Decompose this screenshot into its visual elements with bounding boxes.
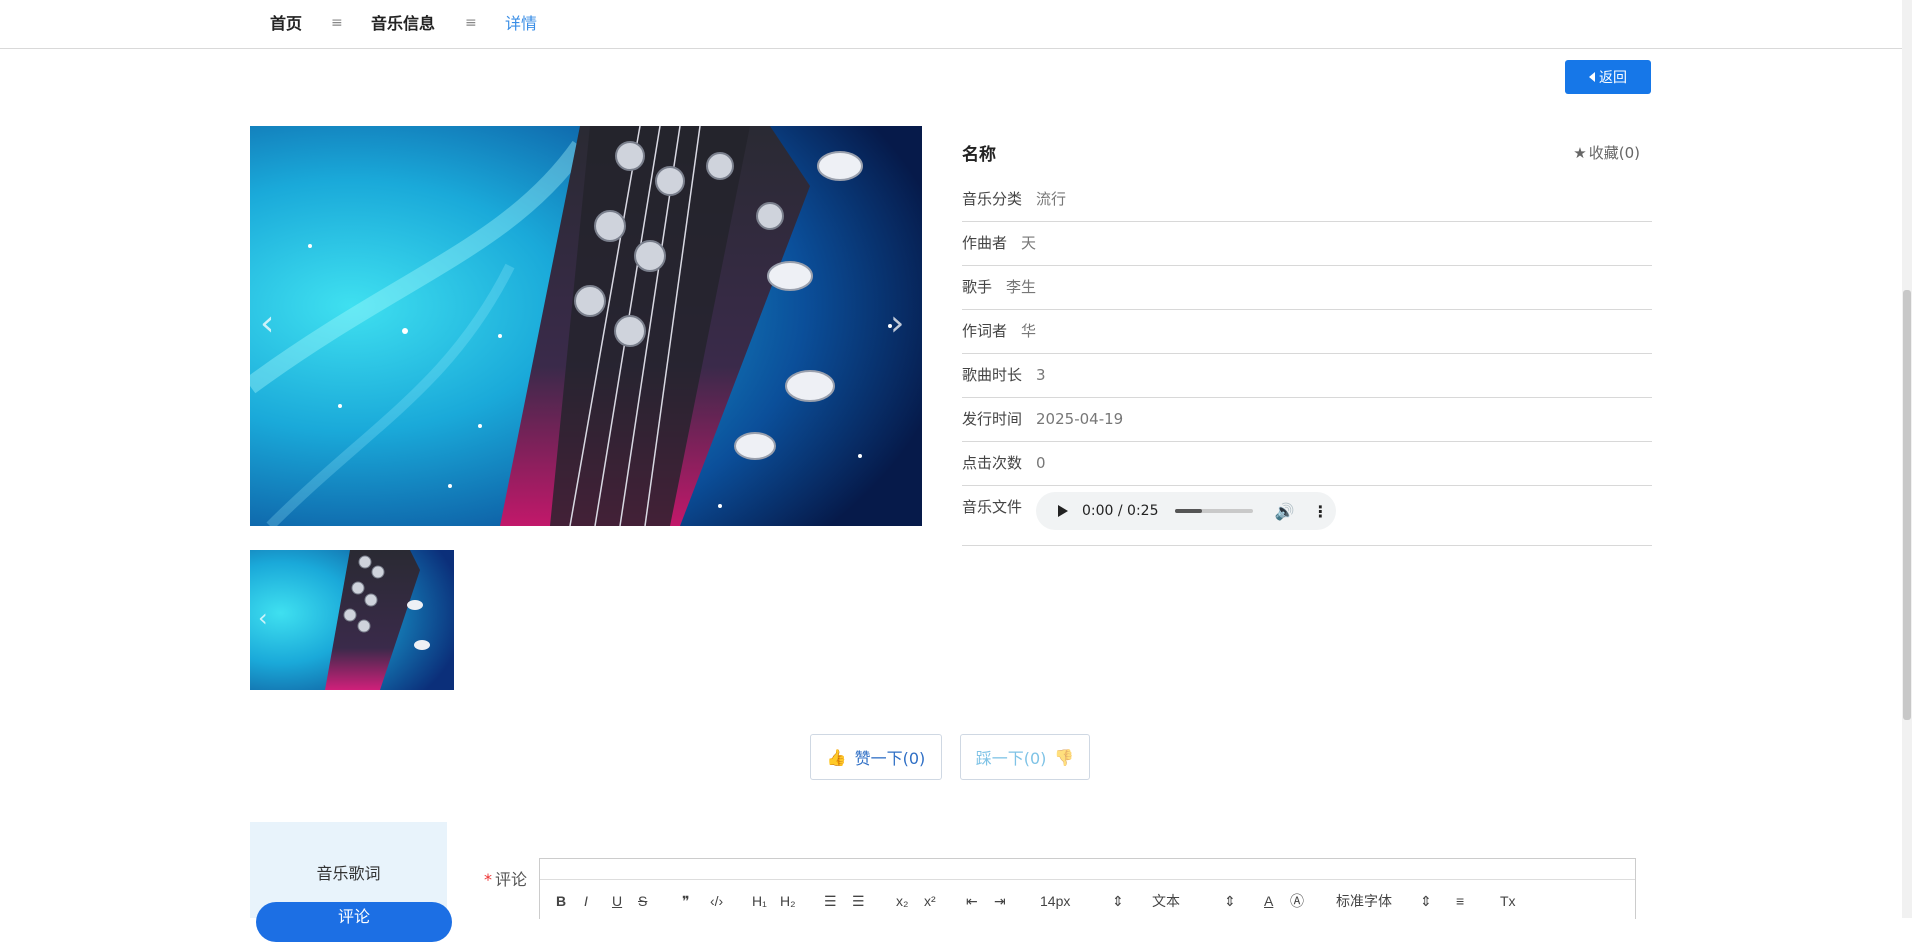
strikethrough-icon[interactable]: S [638, 891, 647, 911]
field-value: 0 [1036, 454, 1046, 472]
thumbs-up-icon: 👍 [826, 747, 847, 767]
font-size-arrows-icon: ⇕ [1112, 893, 1124, 909]
scrollbar[interactable] [1902, 0, 1912, 918]
field-value: 3 [1036, 366, 1046, 384]
breadcrumb-separator-icon: ≡ [465, 15, 477, 31]
audio-label: 音乐文件 [962, 498, 1023, 516]
field-label: 点击次数 [962, 454, 1023, 472]
field-release-date: 发行时间 2025-04-19 [962, 398, 1652, 442]
bullet-list-icon[interactable]: ☰ [852, 891, 865, 911]
breadcrumb-bar: 首页 ≡ 音乐信息 ≡ 详情 [0, 0, 1902, 49]
background-color-icon[interactable]: Ⓐ [1290, 891, 1304, 911]
caret-left-icon [1589, 72, 1595, 82]
field-value: 流行 [1036, 190, 1067, 208]
field-label: 音乐分类 [962, 190, 1023, 208]
carousel-prev-icon[interactable]: ‹ [260, 306, 274, 342]
favorite-label: 收藏(0) [1588, 144, 1640, 162]
audio-progress-fill [1174, 509, 1202, 513]
font-size-select[interactable]: 14px [1040, 891, 1070, 911]
heading1-icon[interactable]: H₁ [752, 891, 767, 911]
clear-format-icon[interactable]: Tx [1500, 891, 1516, 911]
breadcrumb-music-info[interactable]: 音乐信息 [371, 14, 435, 34]
field-value: 天 [1021, 234, 1037, 252]
thumbs-down-icon: 👎 [1054, 747, 1075, 767]
bold-icon[interactable]: B [556, 891, 566, 911]
editor-top-strip [540, 859, 1635, 880]
font-family-arrows-icon: ⇕ [1420, 893, 1432, 909]
scrollbar-thumb[interactable] [1903, 290, 1911, 720]
required-mark: * [484, 870, 492, 889]
heading-select[interactable]: 文本 [1152, 891, 1180, 911]
comment-editor[interactable]: B I U S ❞ ‹/› H₁ H₂ ☰ ☰ x₂ x² ⇤ ⇥ 14px ⇕… [539, 858, 1636, 919]
star-icon: ★ [1573, 143, 1587, 162]
field-composer: 作曲者天 [962, 222, 1652, 266]
superscript-icon[interactable]: x² [924, 891, 936, 911]
field-value: 华 [1021, 322, 1037, 340]
guitar-image [250, 126, 922, 526]
italic-icon[interactable]: I [584, 891, 588, 911]
field-category: 音乐分类 流行 [962, 178, 1652, 222]
breadcrumb-detail[interactable]: 详情 [505, 14, 537, 34]
field-label: 作词者 [962, 322, 1008, 340]
ordered-list-icon[interactable]: ☰ [824, 891, 837, 911]
subscript-icon[interactable]: x₂ [896, 891, 908, 911]
comment-label-text: 评论 [495, 870, 528, 889]
field-click-count: 点击次数 0 [962, 442, 1652, 486]
field-label: 发行时间 [962, 410, 1023, 428]
volume-icon[interactable]: 🔊 [1275, 490, 1295, 533]
guitar-thumbnail [250, 550, 454, 690]
heading-arrows-icon: ⇕ [1224, 893, 1236, 909]
music-title: 名称 [962, 145, 996, 165]
tab-lyrics[interactable]: 音乐歌词 [250, 860, 447, 884]
font-color-icon[interactable]: A [1264, 891, 1273, 911]
dislike-button[interactable]: 踩一下(0) 👎 [960, 734, 1090, 780]
indent-icon[interactable]: ⇥ [994, 891, 1006, 911]
thumbnail-image[interactable]: ‹ [250, 550, 454, 690]
favorite-button[interactable]: ★ 收藏(0) [1573, 142, 1640, 163]
field-singer: 歌手 李生 [962, 266, 1652, 310]
like-button[interactable]: 👍 赞一下(0) [810, 734, 942, 780]
play-icon[interactable] [1058, 505, 1068, 517]
field-label: 歌手 [962, 278, 993, 296]
audio-progress[interactable] [1174, 509, 1253, 513]
field-lyricist: 作词者华 [962, 310, 1652, 354]
outdent-icon[interactable]: ⇤ [966, 891, 978, 911]
more-options-icon[interactable]: ⋮ [1312, 490, 1328, 533]
breadcrumb-separator-icon: ≡ [331, 15, 343, 31]
main-carousel-image: ‹ › [250, 126, 922, 526]
field-label: 歌曲时长 [962, 366, 1023, 384]
thumbnail-prev-icon[interactable]: ‹ [258, 600, 268, 636]
back-button[interactable]: 返回 [1565, 60, 1651, 94]
carousel-next-icon[interactable]: › [890, 306, 904, 342]
heading2-icon[interactable]: H₂ [780, 891, 796, 911]
tab-comment[interactable]: 评论 [256, 902, 452, 942]
breadcrumb-home[interactable]: 首页 [270, 14, 302, 34]
align-icon[interactable]: ≡ [1456, 891, 1464, 911]
field-duration: 歌曲时长 3 [962, 354, 1652, 398]
audio-player[interactable]: 0:00 / 0:25 🔊 ⋮ [1036, 492, 1336, 530]
blockquote-icon[interactable]: ❞ [682, 891, 690, 911]
field-label: 作曲者 [962, 234, 1008, 252]
field-audio: 音乐文件 0:00 / 0:25 🔊 ⋮ [962, 486, 1652, 546]
field-value: 2025-04-19 [1036, 410, 1124, 428]
dislike-label: 踩一下(0) [975, 749, 1047, 768]
font-family-select[interactable]: 标准字体 [1336, 891, 1392, 911]
underline-icon[interactable]: U [612, 891, 622, 911]
code-icon[interactable]: ‹/› [710, 891, 723, 911]
audio-time: 0:00 / 0:25 [1082, 502, 1159, 519]
comment-label: * 评论 [484, 866, 527, 890]
like-label: 赞一下(0) [854, 749, 926, 768]
back-button-label: 返回 [1599, 69, 1627, 85]
content-tabs: 音乐歌词 评论 [250, 822, 452, 942]
field-value: 李生 [1006, 278, 1037, 296]
